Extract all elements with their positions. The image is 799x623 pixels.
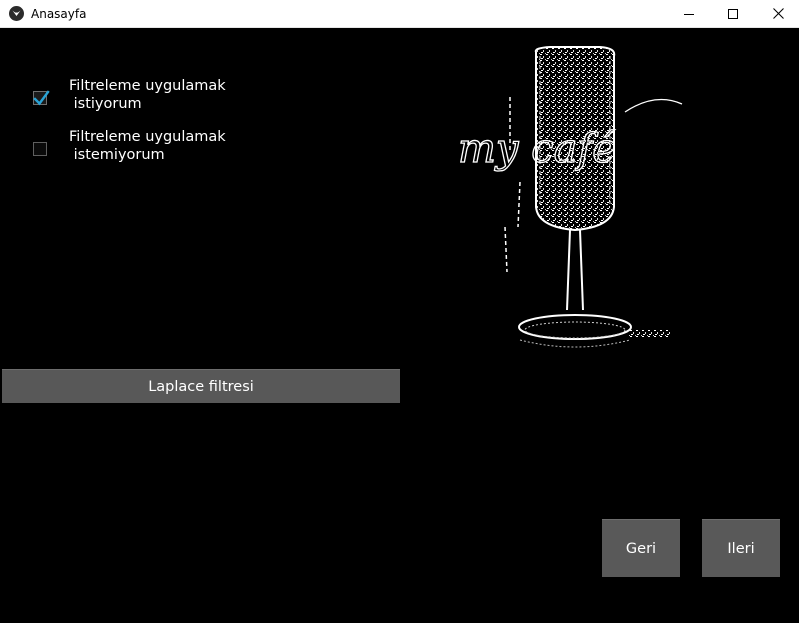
maximize-button[interactable] — [710, 0, 756, 27]
no-filter-checkbox[interactable] — [33, 142, 47, 156]
back-button[interactable]: Geri — [602, 519, 680, 577]
close-icon — [772, 8, 784, 19]
minimize-icon — [684, 13, 694, 15]
apply-filter-checkbox[interactable] — [33, 90, 50, 106]
window-title: Anasayfa — [31, 7, 87, 21]
checkmark-icon — [33, 90, 50, 106]
maximize-icon — [728, 8, 738, 19]
next-button[interactable]: Ileri — [702, 519, 780, 577]
app-logo-icon — [9, 6, 24, 21]
filtered-image: my café — [457, 46, 683, 348]
title-bar: Anasayfa — [0, 0, 799, 28]
app-window: Anasayfa Filtreleme uygulamak istiyorum — [0, 0, 799, 623]
close-button[interactable] — [755, 0, 799, 27]
glass-script-text: my café — [458, 126, 616, 172]
no-filter-label: Filtreleme uygulamak istemiyorum — [69, 129, 226, 163]
laplace-filter-button[interactable]: Laplace filtresi — [2, 369, 400, 403]
minimize-button[interactable] — [666, 0, 712, 27]
apply-filter-label: Filtreleme uygulamak istiyorum — [69, 78, 226, 112]
